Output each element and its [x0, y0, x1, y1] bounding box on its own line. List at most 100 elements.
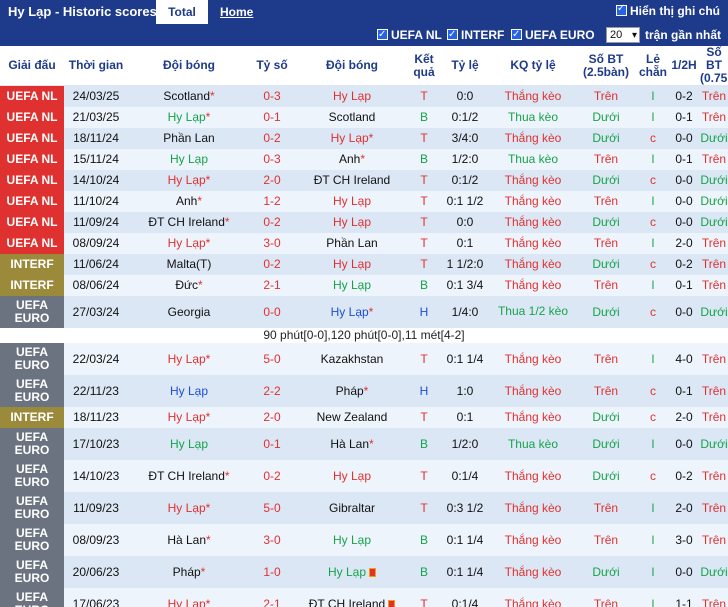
table-row[interactable]: UEFA NL 08/09/24 Hy Lạp* 3-0 Phần Lan T 0:1 Thắ… [0, 232, 728, 254]
team-name[interactable]: Hy Lạp [170, 384, 208, 398]
away-team[interactable]: Hy Lạp [294, 555, 410, 588]
league-badge[interactable]: UEFA EURO [0, 374, 64, 407]
tab-home[interactable]: Home [208, 0, 265, 24]
checkbox-icon[interactable] [447, 27, 458, 43]
team-name[interactable]: ĐT CH Ireland [148, 215, 224, 229]
away-team[interactable]: Hy Lạp* [294, 295, 410, 328]
league-badge[interactable]: UEFA EURO [0, 555, 64, 588]
match-score[interactable]: 5-0 [250, 342, 294, 375]
home-team[interactable]: Malta(T) [128, 253, 250, 275]
match-score[interactable]: 0-3 [250, 85, 294, 107]
team-name[interactable]: Gibraltar [329, 501, 375, 515]
team-name[interactable]: Phần Lan [163, 131, 214, 145]
league-badge[interactable]: INTERF [0, 274, 64, 296]
table-row[interactable]: UEFA NL 18/11/24 Phần Lan 0-2 Hy Lạp* T 3/4:0 T… [0, 127, 728, 149]
away-team[interactable]: Hy Lạp [294, 523, 410, 556]
table-row[interactable]: UEFA EURO17/06/23Hy Lạp*2-1ĐT CH Ireland… [0, 587, 728, 607]
away-team[interactable]: Hy Lạp [294, 211, 410, 233]
table-row[interactable]: UEFA EURO 08/09/23 Hà Lan* 3-0 Hy Lạp B 0:1 1/… [0, 523, 728, 556]
away-team[interactable]: Hy Lạp* [294, 127, 410, 149]
away-team[interactable]: Scotland [294, 106, 410, 128]
home-team[interactable]: Hy Lạp* [128, 106, 250, 128]
table-row[interactable]: UEFA NL 14/10/24 Hy Lạp* 2-0 ĐT CH Ireland T 0… [0, 169, 728, 191]
match-score[interactable]: 2-1 [250, 274, 294, 296]
home-team[interactable]: Hy Lạp [128, 427, 250, 460]
team-name[interactable]: Hy Lạp [170, 437, 208, 451]
league-badge[interactable]: UEFA NL [0, 232, 64, 254]
team-name[interactable]: Hy Lạp [328, 565, 366, 579]
league-badge[interactable]: UEFA EURO [0, 523, 64, 556]
team-name[interactable]: Georgia [168, 305, 211, 319]
team-name[interactable]: Hy Lạp [170, 152, 208, 166]
table-row[interactable]: UEFA NL 11/09/24 ĐT CH Ireland* 0-2 Hy Lạp T 0… [0, 211, 728, 233]
checkbox-icon[interactable] [377, 27, 388, 43]
team-name[interactable]: Phần Lan [326, 236, 377, 250]
team-name[interactable]: Hy Lạp [333, 257, 371, 271]
match-score[interactable]: 0-2 [250, 459, 294, 492]
match-score[interactable]: 2-2 [250, 374, 294, 407]
table-row[interactable]: UEFA EURO 14/10/23 ĐT CH Ireland* 0-2 Hy Lạp… [0, 459, 728, 492]
team-name[interactable]: ĐT CH Ireland [309, 597, 385, 607]
team-name[interactable]: Hy Lạp [168, 110, 206, 124]
team-name[interactable]: Kazakhstan [321, 352, 384, 366]
league-badge[interactable]: UEFA NL [0, 106, 64, 128]
team-name[interactable]: Hy Lạp [333, 469, 371, 483]
away-team[interactable]: Hy Lạp [294, 253, 410, 275]
match-score[interactable]: 1-0 [250, 555, 294, 588]
home-team[interactable]: Phần Lan [128, 127, 250, 149]
team-name[interactable]: Hy Lạp [168, 501, 206, 515]
home-team[interactable]: Hà Lan* [128, 523, 250, 556]
team-name[interactable]: Scotland [163, 89, 210, 103]
league-badge[interactable]: UEFA NL [0, 148, 64, 170]
filter-uefa-euro[interactable]: UEFA EURO [511, 27, 595, 43]
match-score[interactable]: 5-0 [250, 491, 294, 524]
away-team[interactable]: ĐT CH Ireland [294, 169, 410, 191]
team-name[interactable]: Hy Lạp [333, 194, 371, 208]
team-name[interactable]: Pháp [336, 384, 364, 398]
table-row[interactable]: INTERF 08/06/24 Đức* 2-1 Hy Lạp B 0:1 3/4 Thắng… [0, 274, 728, 296]
home-team[interactable]: Pháp* [128, 555, 250, 588]
match-score[interactable]: 0-2 [250, 127, 294, 149]
league-badge[interactable]: INTERF [0, 253, 64, 275]
home-team[interactable]: Hy Lạp* [128, 169, 250, 191]
team-name[interactable]: Đức [175, 278, 198, 292]
away-team[interactable]: Hy Lạp [294, 274, 410, 296]
filter-uefa-nl[interactable]: UEFA NL [377, 27, 442, 43]
match-score[interactable]: 0-1 [250, 106, 294, 128]
home-team[interactable]: Hy Lạp* [128, 342, 250, 375]
match-score[interactable]: 0-2 [250, 253, 294, 275]
home-team[interactable]: Hy Lạp* [128, 406, 250, 428]
away-team[interactable]: New Zealand [294, 406, 410, 428]
team-name[interactable]: Hy Lạp [333, 215, 371, 229]
team-name[interactable]: Hy Lạp [331, 131, 369, 145]
match-score[interactable]: 2-1 [250, 587, 294, 607]
table-row[interactable]: UEFA EURO 27/03/24 Georgia 0-0 Hy Lạp* H 1/4:0… [0, 295, 728, 328]
table-row[interactable]: UEFA NL 11/10/24 Anh* 1-2 Hy Lạp T 0:1 1/2 Thắn… [0, 190, 728, 212]
league-badge[interactable]: UEFA EURO [0, 295, 64, 328]
home-team[interactable]: ĐT CH Ireland* [128, 211, 250, 233]
league-badge[interactable]: UEFA NL [0, 190, 64, 212]
league-badge[interactable]: UEFA NL [0, 211, 64, 233]
away-team[interactable]: Phần Lan [294, 232, 410, 254]
table-row[interactable]: UEFA NL 15/11/24 Hy Lạp 0-3 Anh* B 1/2:0 Thua k… [0, 148, 728, 170]
home-team[interactable]: Hy Lạp [128, 374, 250, 407]
league-badge[interactable]: UEFA EURO [0, 427, 64, 460]
tab-total[interactable]: Total [156, 0, 208, 24]
team-name[interactable]: New Zealand [317, 410, 388, 424]
team-name[interactable]: Hy Lạp [168, 236, 206, 250]
home-team[interactable]: ĐT CH Ireland* [128, 459, 250, 492]
checkbox-icon[interactable] [511, 27, 522, 43]
team-name[interactable]: Hy Lạp [168, 597, 206, 607]
match-score[interactable]: 2-0 [250, 169, 294, 191]
match-score[interactable]: 0-3 [250, 148, 294, 170]
home-team[interactable]: Hy Lạp* [128, 587, 250, 607]
team-name[interactable]: Anh [176, 194, 197, 208]
table-row[interactable]: UEFA NL 21/03/25 Hy Lạp* 0-1 Scotland B 0:1/2 T… [0, 106, 728, 128]
team-name[interactable]: ĐT CH Ireland [314, 173, 390, 187]
away-team[interactable]: Hy Lạp [294, 85, 410, 107]
team-name[interactable]: Scotland [329, 110, 376, 124]
home-team[interactable]: Anh* [128, 190, 250, 212]
table-row[interactable]: INTERF 11/06/24 Malta(T) 0-2 Hy Lạp T 1 1/2:0 T… [0, 253, 728, 275]
match-score[interactable]: 3-0 [250, 232, 294, 254]
table-row[interactable]: UEFA EURO 22/11/23 Hy Lạp 2-2 Pháp* H 1:0 Thắng… [0, 374, 728, 407]
